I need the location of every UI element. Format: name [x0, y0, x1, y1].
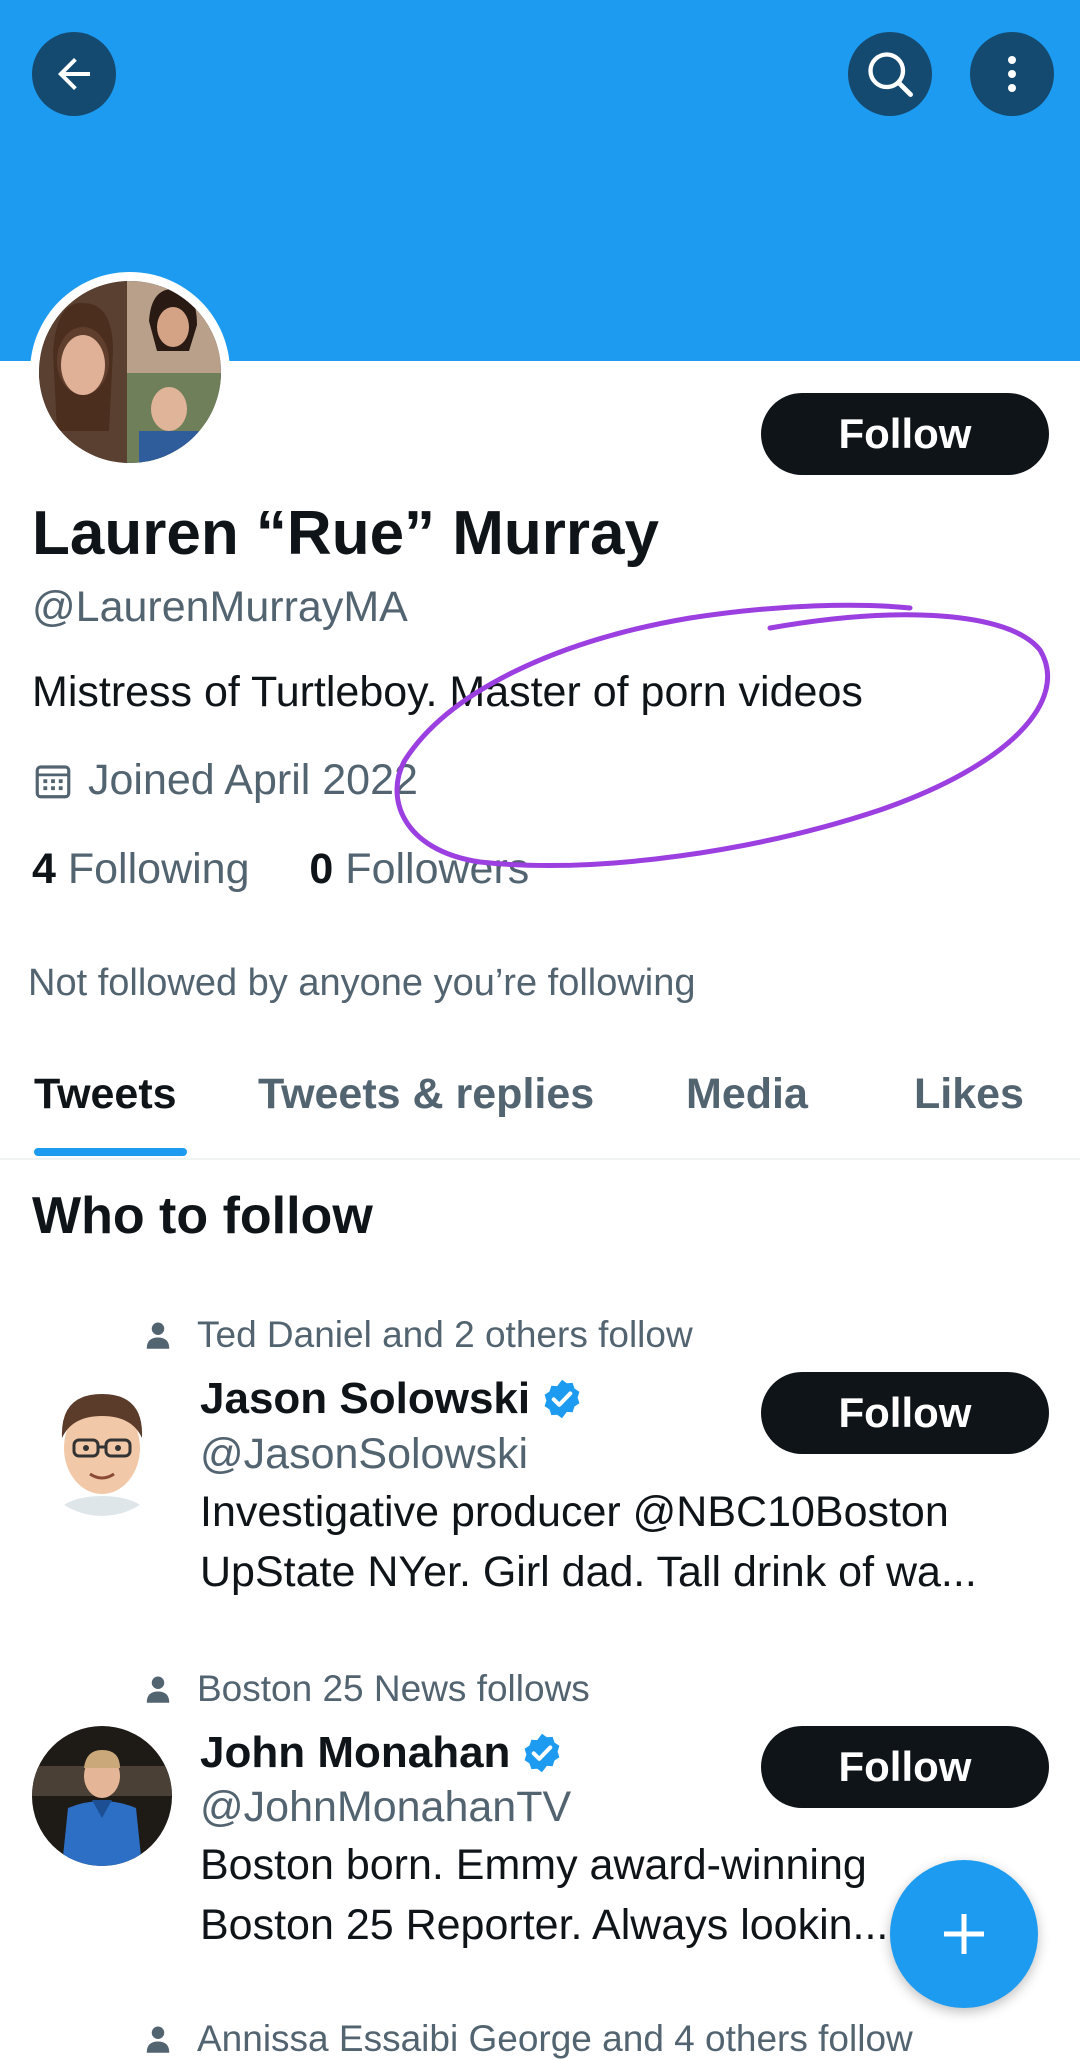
- suggestion-avatar[interactable]: [32, 1726, 172, 1866]
- followers-label: Followers: [345, 845, 530, 893]
- joined-date: Joined April 2022: [32, 756, 418, 805]
- person-icon: [146, 2026, 170, 2053]
- following-label: Following: [67, 845, 250, 893]
- suggestion-name-text: John Monahan: [200, 1728, 511, 1777]
- compose-tweet-button[interactable]: [890, 1860, 1038, 2008]
- suggestion-handle: @JasonSolowski: [200, 1430, 529, 1478]
- suggestion-context-text: Annissa Essaibi George and 4 others foll…: [197, 2018, 913, 2059]
- suggestion-follow-button[interactable]: Follow: [761, 1372, 1049, 1454]
- following-stat[interactable]: 4 Following: [32, 845, 250, 893]
- suggestion-bio: Investigative producer @NBC10Boston UpSt…: [200, 1482, 1050, 1602]
- profile-name: Lauren “Rue” Murray: [32, 499, 660, 568]
- tab-likes[interactable]: Likes: [914, 1070, 1024, 1119]
- suggestion-follow-button[interactable]: Follow: [761, 1726, 1049, 1808]
- search-button[interactable]: [848, 32, 932, 116]
- suggestion-avatar[interactable]: [32, 1376, 172, 1516]
- suggestion-bio-line: UpState NYer. Girl dad. Tall drink of wa…: [200, 1548, 977, 1596]
- joined-label: Joined April 2022: [88, 756, 418, 804]
- suggestion-context-text: Boston 25 News follows: [197, 1668, 590, 1709]
- profile-avatar[interactable]: [30, 272, 230, 472]
- followers-count: 0: [309, 845, 334, 893]
- arrow-left-icon: [58, 58, 90, 90]
- follow-stats: 4 Following 0 Followers: [32, 845, 529, 894]
- search-icon: [868, 52, 913, 97]
- profile-tabs: Tweets Tweets & replies Media Likes: [0, 1040, 1080, 1160]
- more-vertical-icon: [1008, 56, 1016, 92]
- not-followed-notice: Not followed by anyone you’re following: [28, 962, 696, 1004]
- tab-tweets-replies[interactable]: Tweets & replies: [258, 1070, 594, 1119]
- suggestion-context: Ted Daniel and 2 others follow: [145, 1314, 693, 1356]
- tab-media[interactable]: Media: [686, 1070, 808, 1119]
- suggestion-context: Boston 25 News follows: [145, 1668, 590, 1710]
- person-icon: [146, 1322, 170, 1349]
- suggestion-name[interactable]: Jason Solowski: [200, 1374, 584, 1424]
- who-to-follow-title: Who to follow: [32, 1187, 373, 1245]
- suggestion-name[interactable]: John Monahan: [200, 1728, 564, 1778]
- back-button[interactable]: [32, 32, 116, 116]
- person-icon: [146, 1676, 170, 1703]
- compose-plus-icon: [944, 1914, 984, 1954]
- followers-stat[interactable]: 0 Followers: [309, 845, 529, 893]
- tab-tweets[interactable]: Tweets: [34, 1070, 177, 1119]
- suggestion-bio-line: Investigative producer @NBC10Boston: [200, 1488, 949, 1536]
- verified-badge-icon: [525, 1733, 560, 1773]
- calendar-icon: [35, 764, 71, 798]
- suggestion-context-text: Ted Daniel and 2 others follow: [197, 1314, 693, 1355]
- following-count: 4: [32, 845, 56, 893]
- active-tab-indicator: [34, 1148, 187, 1156]
- verified-badge-icon: [544, 1379, 580, 1419]
- avatar-image: [39, 281, 221, 463]
- suggestion-handle: @JohnMonahanTV: [200, 1783, 572, 1831]
- more-options-button[interactable]: [970, 32, 1054, 116]
- suggestion-context: Annissa Essaibi George and 4 others foll…: [145, 2018, 913, 2060]
- profile-bio: Mistress of Turtleboy. Master of porn vi…: [32, 668, 863, 716]
- suggestion-name-text: Jason Solowski: [200, 1374, 531, 1423]
- profile-handle: @LaurenMurrayMA: [32, 583, 408, 631]
- follow-button[interactable]: Follow: [761, 393, 1049, 475]
